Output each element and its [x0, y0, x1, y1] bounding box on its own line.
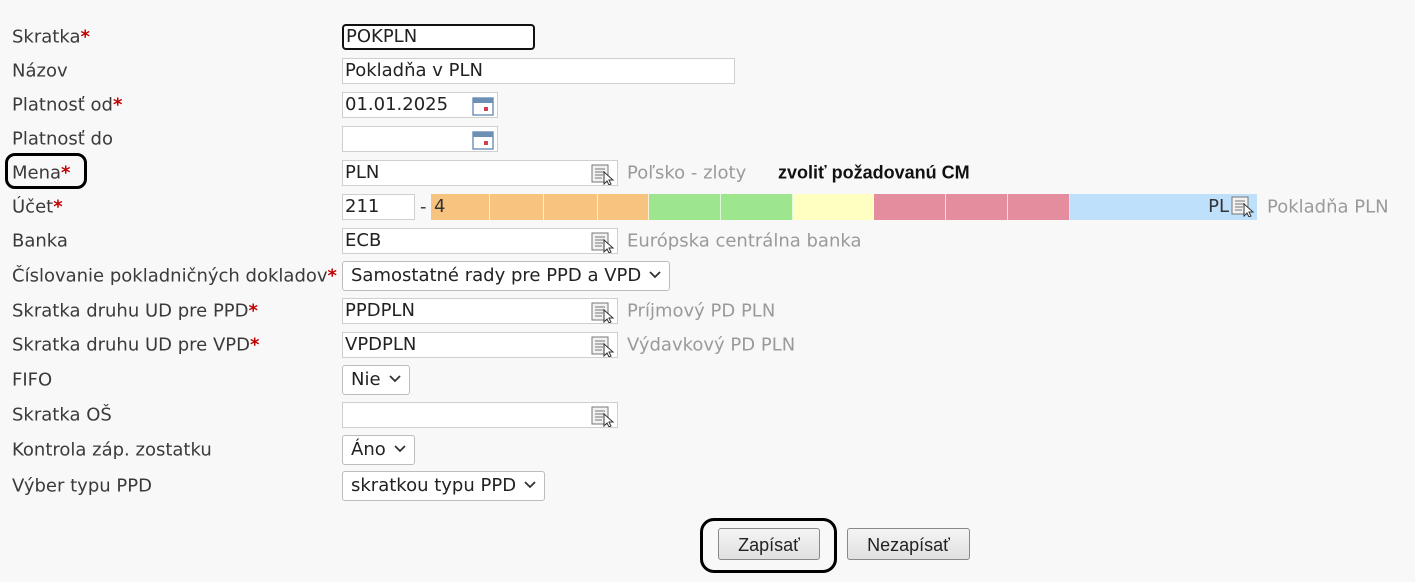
- ucet-segment[interactable]: 4: [431, 194, 490, 220]
- platnost-od-input[interactable]: 01.01.2025: [342, 92, 498, 118]
- save-button[interactable]: Zapísať: [718, 528, 820, 560]
- fifo-value: Nie: [351, 369, 381, 390]
- lookup-list-icon[interactable]: [1229, 195, 1255, 217]
- row-banka: Banka ECB Európska centrálna banka: [0, 226, 1415, 256]
- cislovanie-label: Číslovanie pokladničných dokladov*: [12, 265, 337, 287]
- skratka-os-label: Skratka OŠ: [12, 404, 112, 426]
- mena-label: Mena*: [12, 162, 71, 184]
- ucet-segment[interactable]: [874, 194, 946, 220]
- chevron-down-icon: [649, 271, 661, 279]
- vyber-label: Výber typu PPD: [12, 475, 152, 497]
- ud-ppd-value: PPDPLN: [345, 300, 415, 321]
- row-platnost-od: Platnosť od* 01.01.2025: [0, 90, 1415, 120]
- ucet-analytics[interactable]: 4 PL: [431, 194, 1257, 220]
- kontrola-label: Kontrola záp. zostatku: [12, 439, 212, 461]
- lookup-list-icon[interactable]: [589, 301, 615, 323]
- ucet-label: Účet*: [12, 196, 63, 218]
- platnost-do-label: Platnosť do: [12, 128, 113, 150]
- banka-input[interactable]: ECB: [342, 228, 618, 254]
- ucet-segment[interactable]: [649, 194, 721, 220]
- fifo-select[interactable]: Nie: [342, 365, 410, 395]
- ud-vpd-value: VPDPLN: [345, 334, 417, 355]
- calendar-icon[interactable]: [472, 130, 494, 150]
- ucet-segment[interactable]: [1008, 194, 1070, 220]
- cislovanie-value: Samostatné rady pre PPD a VPD: [351, 265, 642, 286]
- chevron-down-icon: [524, 481, 536, 489]
- ucet-separator: -: [420, 196, 427, 218]
- ucet-segment[interactable]: [598, 194, 649, 220]
- skratka-input[interactable]: POKPLN: [342, 24, 535, 50]
- cislovanie-select[interactable]: Samostatné rady pre PPD a VPD: [342, 261, 671, 291]
- row-platnost-do: Platnosť do: [0, 124, 1415, 154]
- nazov-input[interactable]: Pokladňa v PLN: [342, 58, 735, 84]
- row-ucet: Účet* 211 - 4 PL Pokladňa PLN: [0, 192, 1415, 222]
- banka-label: Banka: [12, 230, 68, 252]
- banka-hint: Európska centrálna banka: [627, 230, 862, 252]
- row-ud-ppd: Skratka druhu UD pre PPD* PPDPLN Príjmov…: [0, 296, 1415, 326]
- ucet-segment[interactable]: [793, 194, 874, 220]
- platnost-od-label: Platnosť od*: [12, 94, 123, 116]
- row-cislovanie: Číslovanie pokladničných dokladov* Samos…: [0, 261, 1415, 291]
- lookup-list-icon[interactable]: [589, 163, 615, 185]
- row-ud-vpd: Skratka druhu UD pre VPD* VPDPLN Výdavko…: [0, 330, 1415, 360]
- mena-hint: Poľsko - zloty: [627, 162, 747, 184]
- cancel-button[interactable]: Nezapísať: [847, 528, 970, 560]
- chevron-down-icon: [394, 445, 406, 453]
- ucet-segment-last[interactable]: PL: [1070, 194, 1257, 220]
- ud-ppd-label: Skratka druhu UD pre PPD*: [12, 300, 258, 322]
- ucet-segment[interactable]: [490, 194, 544, 220]
- mena-value: PLN: [345, 162, 380, 183]
- vyber-value: skratkou typu PPD: [351, 475, 517, 496]
- row-nazov: Názov Pokladňa v PLN: [0, 56, 1415, 86]
- ud-ppd-hint: Príjmový PD PLN: [627, 300, 776, 322]
- kontrola-value: Áno: [351, 439, 386, 460]
- row-fifo: FIFO Nie: [0, 365, 1415, 395]
- ucet-hint: Pokladňa PLN: [1267, 196, 1389, 218]
- lookup-list-icon[interactable]: [589, 231, 615, 253]
- row-kontrola: Kontrola záp. zostatku Áno: [0, 435, 1415, 465]
- chevron-down-icon: [388, 375, 401, 383]
- ucet-segment[interactable]: [544, 194, 598, 220]
- ud-ppd-input[interactable]: PPDPLN: [342, 298, 618, 324]
- skratka-label: Skratka*: [12, 26, 90, 48]
- ud-vpd-label: Skratka druhu UD pre VPD*: [12, 334, 260, 356]
- calendar-icon[interactable]: [472, 96, 494, 116]
- kontrola-select[interactable]: Áno: [342, 435, 415, 465]
- lookup-list-icon[interactable]: [589, 405, 615, 427]
- skratka-os-input[interactable]: [342, 402, 618, 428]
- mena-input[interactable]: PLN: [342, 160, 618, 186]
- platnost-od-value: 01.01.2025: [345, 94, 449, 115]
- platnost-do-input[interactable]: [342, 126, 498, 152]
- row-skratka: Skratka* POKPLN: [0, 22, 1415, 52]
- ucet-prefix-input[interactable]: 211: [342, 194, 415, 220]
- fifo-label: FIFO: [12, 369, 53, 391]
- banka-value: ECB: [345, 230, 382, 251]
- ucet-segment[interactable]: [721, 194, 793, 220]
- vyber-select[interactable]: skratkou typu PPD: [342, 471, 546, 501]
- ud-vpd-hint: Výdavkový PD PLN: [627, 334, 796, 356]
- row-vyber: Výber typu PPD skratkou typu PPD: [0, 471, 1415, 501]
- row-skratka-os: Skratka OŠ: [0, 400, 1415, 430]
- mena-note: zvoliť požadovanú CM: [778, 162, 970, 183]
- nazov-label: Názov: [12, 60, 68, 82]
- lookup-list-icon[interactable]: [589, 335, 615, 357]
- ucet-segment[interactable]: [946, 194, 1008, 220]
- ud-vpd-input[interactable]: VPDPLN: [342, 332, 618, 358]
- row-mena: Mena* PLN Poľsko - zloty zvoliť požadova…: [0, 158, 1415, 188]
